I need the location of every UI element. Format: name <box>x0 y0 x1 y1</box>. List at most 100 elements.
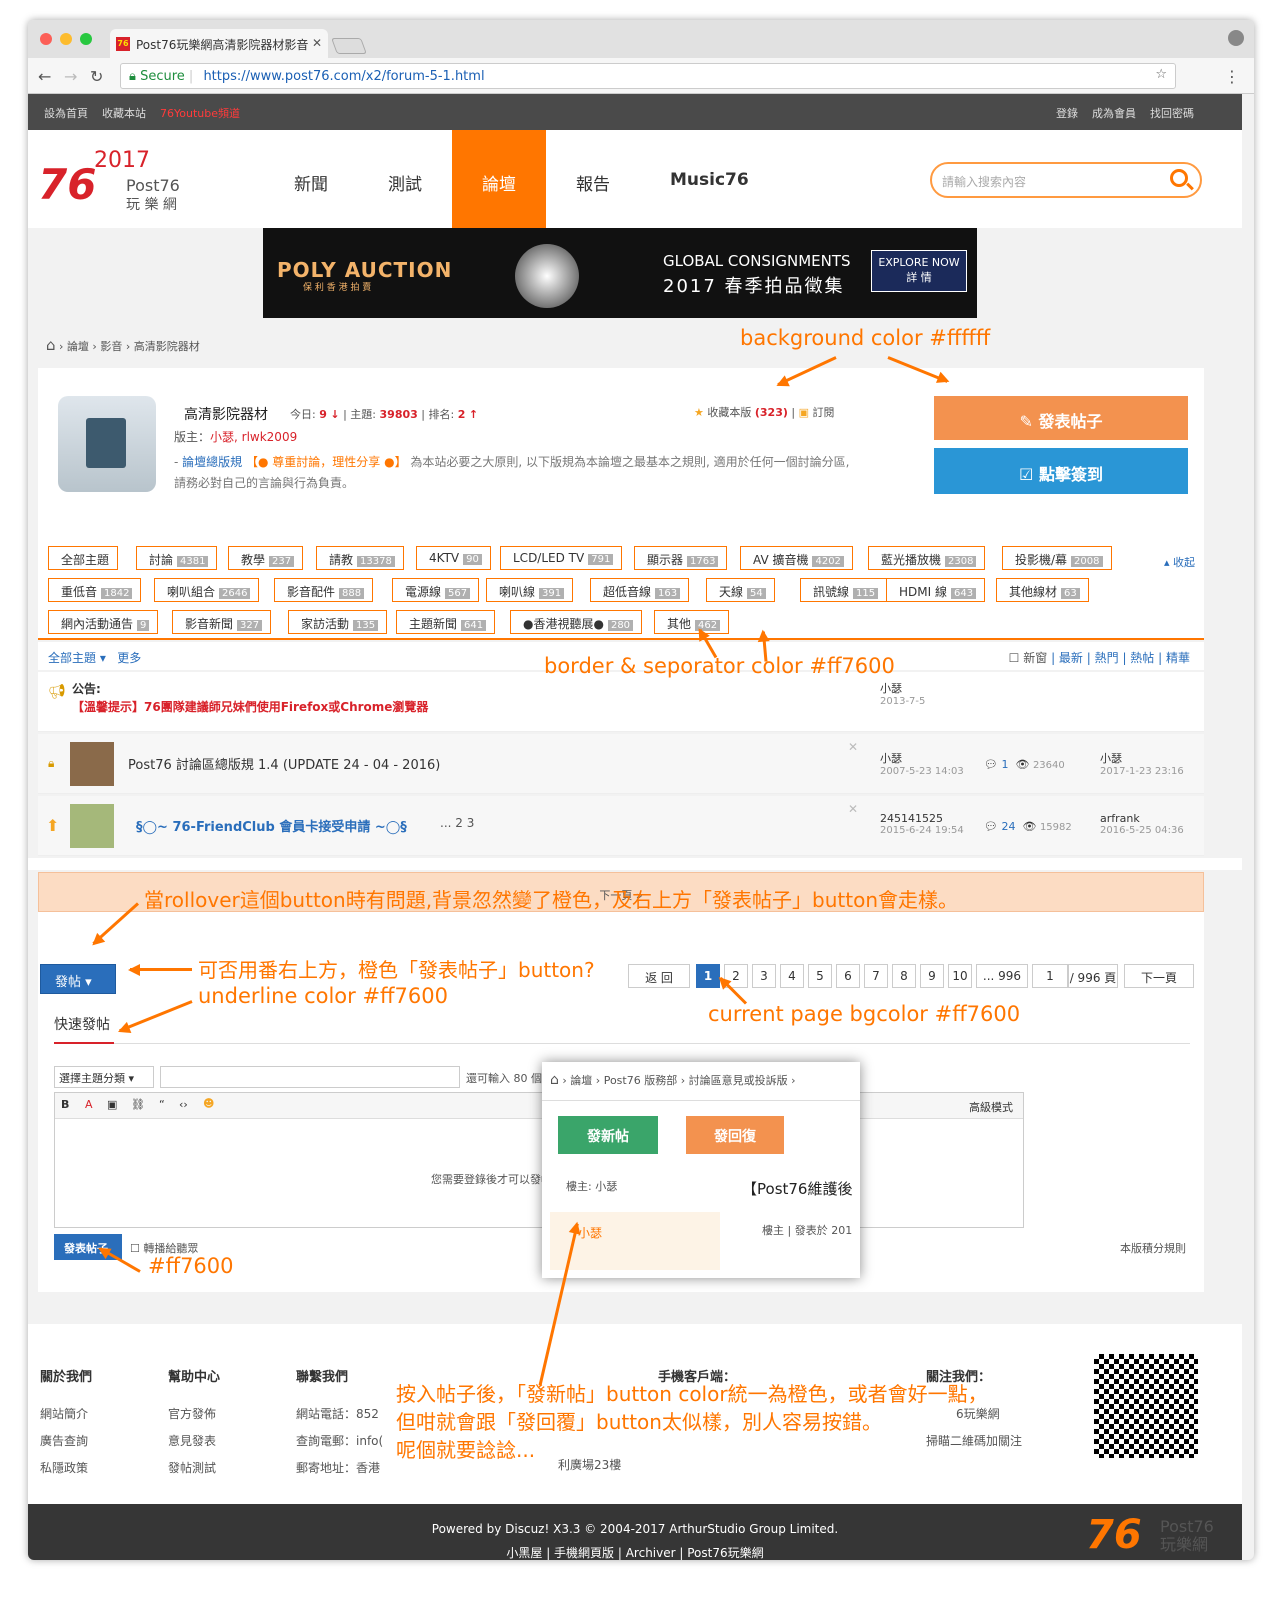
category-tag[interactable]: 4KTV 90 <box>416 546 491 570</box>
page-link[interactable]: 6 <box>836 964 860 988</box>
close-tab-icon[interactable]: ✕ <box>312 36 322 50</box>
nav-reports[interactable]: 報告 <box>576 170 610 195</box>
category-tag[interactable]: 其他 462 <box>654 610 730 634</box>
maximize-window-button[interactable] <box>80 33 92 45</box>
category-tag[interactable]: 請教 13378 <box>316 546 404 570</box>
category-tag[interactable]: ●香港視聽展● 280 <box>510 610 643 634</box>
category-tag[interactable]: HDMI 線 643 <box>886 578 986 602</box>
footer-link[interactable]: 意見發表 <box>168 1432 220 1449</box>
page-link[interactable]: 8 <box>892 964 916 988</box>
close-window-button[interactable] <box>40 33 52 45</box>
breadcrumb-av[interactable]: 影音 <box>100 340 122 353</box>
category-tag[interactable]: 訊號線 115 <box>800 578 888 602</box>
page-link[interactable]: 10 <box>948 964 972 988</box>
announcement-title[interactable]: 【溫馨提示】76團隊建議師兄妹們使用Firefox或Chrome瀏覽器 <box>72 698 428 715</box>
category-tag[interactable]: 天線 54 <box>706 578 775 602</box>
smiley-icon[interactable]: ☻ <box>203 1097 214 1110</box>
find-password-link[interactable]: 找回密碼 <box>1150 105 1194 121</box>
collapse-link[interactable]: ▴ 收起 <box>1164 554 1195 570</box>
thread-row[interactable]: ⬆ §◯~ 76-FriendClub 會員卡接受申請 ~◯§ ... 2 3 … <box>38 796 1204 856</box>
filter-hot[interactable]: 熱門 <box>1095 651 1119 665</box>
category-tag[interactable]: 顯示器 1763 <box>634 546 728 570</box>
back-button[interactable]: 返 回 <box>628 964 690 988</box>
page-link[interactable]: 5 <box>808 964 832 988</box>
footer-link[interactable]: 私隱政策 <box>40 1459 92 1476</box>
page-input[interactable]: 1 <box>1032 964 1068 988</box>
category-tag[interactable]: 主題新聞 641 <box>396 610 496 634</box>
font-color-icon[interactable]: A <box>85 1098 93 1111</box>
category-tag[interactable]: 影音新聞 327 <box>172 610 272 634</box>
subscribe-link[interactable]: 訂閱 <box>813 406 835 419</box>
profile-icon[interactable] <box>1228 30 1244 46</box>
reload-icon[interactable]: ↻ <box>90 67 103 86</box>
footer-link[interactable]: 網站簡介 <box>40 1405 92 1422</box>
category-tag[interactable]: 教學 237 <box>228 546 304 570</box>
forward-icon[interactable]: → <box>64 67 77 86</box>
category-tag[interactable]: 重低音 1842 <box>48 578 142 602</box>
category-tag[interactable]: 投影機/幕 2008 <box>1002 546 1112 570</box>
avatar[interactable] <box>70 804 114 848</box>
category-tag[interactable]: 其他線材 63 <box>996 578 1089 602</box>
category-tag[interactable]: 藍光播放機 2308 <box>868 546 986 570</box>
search-icon[interactable] <box>1170 169 1188 187</box>
explore-now-button[interactable]: EXPLORE NOW 詳 情 <box>871 250 967 292</box>
footer-link[interactable]: 官方發佈 <box>168 1405 220 1422</box>
code-icon[interactable]: ‹› <box>179 1098 188 1111</box>
site-logo[interactable]: 2017 76 Post76 玩 樂 網 <box>38 148 198 218</box>
category-tag[interactable]: LCD/LED TV 791 <box>500 546 623 570</box>
footer-link[interactable]: 發帖測試 <box>168 1459 220 1476</box>
favorite-forum[interactable]: ★ 收藏本版 (323) | ▣ 訂閱 <box>694 404 835 420</box>
footer-links[interactable]: 小黑屋 | 手機網頁版 | Archiver | Post76玩樂網 <box>28 1536 1242 1560</box>
ad-banner[interactable]: POLY AUCTION 保 利 香 港 拍 賣 GLOBAL CONSIGNM… <box>263 228 977 318</box>
rules-link[interactable]: 論壇總版規 <box>182 455 242 469</box>
topic-category-select[interactable]: 選擇主題分類 ▾ <box>54 1066 154 1088</box>
new-tab-button[interactable] <box>331 38 367 54</box>
category-tag[interactable]: 電源線 567 <box>392 578 480 602</box>
subject-input[interactable] <box>160 1066 460 1088</box>
page-link[interactable]: ... 996 <box>976 964 1028 988</box>
category-tag[interactable]: AV 擴音機 4202 <box>740 546 853 570</box>
filter-more[interactable]: 更多 <box>117 651 141 665</box>
nav-news[interactable]: 新聞 <box>294 170 328 195</box>
image-icon[interactable]: ▣ <box>107 1098 117 1111</box>
bookmark-link[interactable]: 收藏本站 <box>102 105 146 121</box>
page-link[interactable]: 9 <box>920 964 944 988</box>
category-tag[interactable]: 超低音線 163 <box>590 578 690 602</box>
credit-rules-link[interactable]: 本版積分規則 <box>1120 1240 1186 1256</box>
new-thread-button[interactable]: 發新帖 <box>558 1116 658 1154</box>
nav-tests[interactable]: 測試 <box>388 170 422 195</box>
page-total[interactable]: / 996 頁 <box>1068 964 1118 988</box>
new-post-dropdown[interactable]: 發帖 ▾ <box>40 964 116 994</box>
thread-title[interactable]: Post76 討論區總版規 1.4 (UPDATE 24 - 04 - 2016… <box>128 754 440 773</box>
nav-music76[interactable]: Music76 <box>670 170 749 190</box>
minimize-window-button[interactable] <box>60 33 72 45</box>
back-icon[interactable]: ← <box>38 67 51 86</box>
filter-digest[interactable]: 精華 <box>1166 651 1190 665</box>
reply-button[interactable]: 發回復 <box>686 1116 784 1154</box>
next-page-button[interactable]: 下一頁 <box>1124 964 1194 988</box>
page-link[interactable]: 3 <box>752 964 776 988</box>
close-icon[interactable]: ✕ <box>848 802 858 816</box>
link-icon[interactable]: ⛓ <box>131 1098 145 1111</box>
home-icon[interactable]: ⌂ <box>46 336 56 354</box>
bold-icon[interactable]: B <box>61 1098 69 1111</box>
login-link[interactable]: 登錄 <box>1056 105 1078 121</box>
category-tag[interactable]: 影音配件 888 <box>274 578 374 602</box>
announcement-row[interactable]: 📢︎ 公告: 【溫馨提示】76團隊建議師兄妹們使用Firefox或Chrome瀏… <box>38 672 1204 732</box>
category-tag[interactable]: 網內活動通告 9 <box>48 610 159 634</box>
post-editor[interactable]: B A ▣ ⛓ “ ‹› ☻ 高級模式 您需要登錄後才可以發帖 <box>54 1092 1024 1228</box>
thread-pages[interactable]: ... 2 3 <box>440 816 474 830</box>
category-tag[interactable]: 喇叭組合 2646 <box>154 578 260 602</box>
avatar[interactable] <box>70 742 114 786</box>
search-input[interactable]: 請輸入搜索內容 <box>930 162 1202 198</box>
category-tag[interactable]: 喇叭線 391 <box>486 578 574 602</box>
page-link[interactable]: 4 <box>780 964 804 988</box>
category-tag[interactable]: 討論 4381 <box>136 546 218 570</box>
current-page[interactable]: 1 <box>696 964 720 988</box>
filter-hot-posts[interactable]: 熱帖 <box>1130 651 1154 665</box>
breadcrumb-current[interactable]: 高清影院器材 <box>134 340 200 353</box>
url-field[interactable]: 🔒︎ Secure | https://www.post76.com/x2/fo… <box>120 63 1176 89</box>
nav-forum[interactable]: 論壇 <box>452 130 546 228</box>
menu-icon[interactable]: ⋮ <box>1224 67 1240 86</box>
category-tag[interactable]: 家訪活動 135 <box>288 610 388 634</box>
